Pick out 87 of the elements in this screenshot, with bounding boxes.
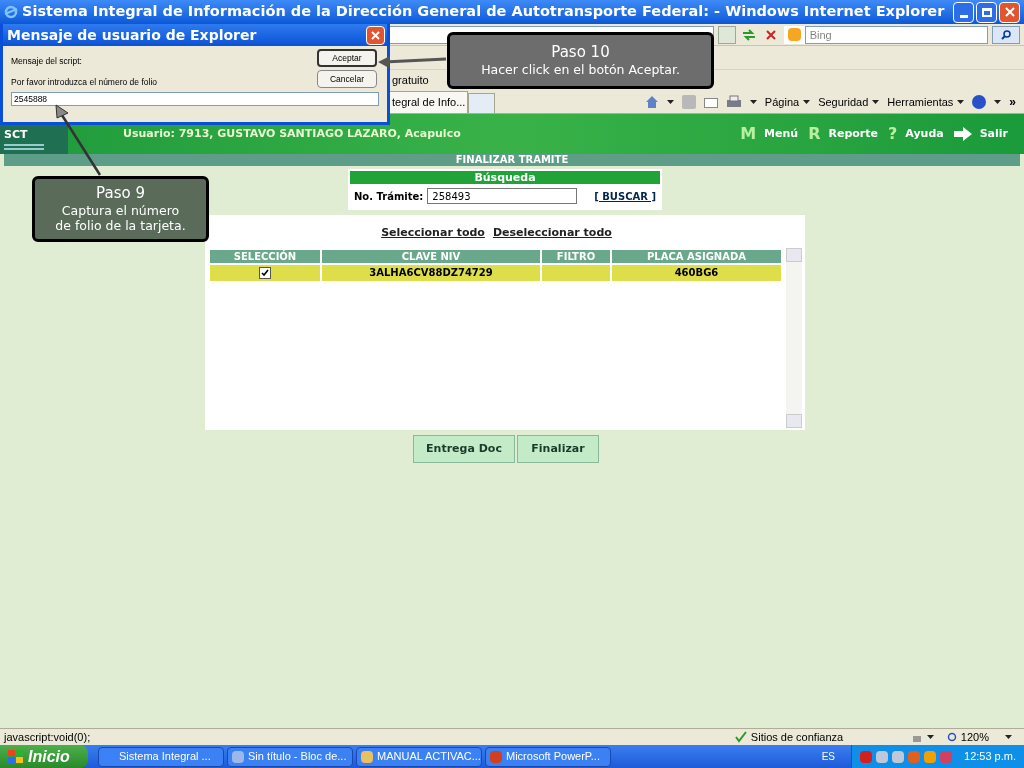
caret-icon [926, 735, 934, 739]
menu-letter: M [740, 123, 757, 145]
caret-icon [666, 100, 674, 104]
overflow-chevron[interactable]: » [1009, 93, 1016, 111]
header-link[interactable]: Salir [979, 125, 1008, 143]
minimize-button[interactable] [953, 1, 974, 23]
close-icon [1004, 7, 1015, 17]
tramite-field[interactable]: 258493 [427, 188, 578, 204]
search-field[interactable]: Bing [804, 25, 989, 44]
column-header: FILTRO [541, 248, 611, 264]
tray-icon[interactable] [924, 750, 936, 763]
tray-icon[interactable] [860, 750, 872, 763]
panel-title: Búsqueda [350, 171, 660, 184]
status-text: javascript:void(0); [4, 729, 91, 745]
folio-field[interactable]: 2545888 [11, 91, 379, 106]
dialog-message: Por favor introduzca el número de folio [11, 75, 157, 89]
row-checkbox[interactable] [259, 267, 271, 279]
callout-title: Paso 9 [96, 184, 145, 203]
callout-text: Captura el número [61, 202, 180, 219]
dialog-button[interactable]: Cancelar [317, 70, 377, 88]
close-icon [371, 30, 380, 40]
tray-icon[interactable] [876, 750, 888, 763]
taskbar-button[interactable]: Sin título - Bloc de... [227, 746, 353, 767]
favorites-link[interactable]: gratuito [392, 71, 429, 89]
callout-text: de folio de la tarjeta. [55, 218, 186, 234]
caret-icon [803, 100, 811, 104]
taskbar-button[interactable]: Sistema Integral ... [98, 746, 224, 767]
column-header: PLACA ASIGNADA [611, 248, 782, 264]
dialog-button[interactable]: Aceptar [317, 49, 377, 67]
column-header: SELECCIÓN [209, 248, 321, 264]
column-header: CLAVE NIV [321, 248, 541, 264]
window-title: Sistema Integral de Información de la Dirección General de Autotransporte Federal: - Windows Internet Explorer [22, 2, 945, 22]
browser-tab[interactable]: tegral de Info... [390, 91, 468, 113]
arrow-icon [953, 127, 972, 141]
menu-letter: R [808, 123, 821, 145]
search-link[interactable]: [ BUSCAR ] [594, 188, 656, 204]
language-indicator[interactable]: ES [821, 749, 835, 764]
caret-icon [994, 100, 1002, 104]
tray-icon[interactable] [940, 750, 952, 763]
print-icon[interactable] [725, 95, 742, 109]
windows-logo-icon [8, 749, 24, 764]
zoom-icon [945, 731, 957, 743]
tray-icon[interactable] [892, 750, 904, 763]
caret-icon [872, 100, 880, 104]
user-info: Usuario: 7913, GUSTAVO SANTIAGO LAZARO, Acapulco [123, 125, 461, 142]
clock: 12:53 p.m. [964, 749, 1016, 765]
selection-link[interactable]: Deseleccionar todo [492, 225, 612, 242]
command-menu[interactable]: Página [764, 93, 811, 111]
caret-icon [1005, 735, 1012, 739]
dialog-label: Mensaje del script: [11, 55, 83, 68]
taskbar-button[interactable]: Microsoft PowerP... [485, 746, 611, 767]
close-icon [765, 29, 776, 40]
browser-icon [4, 5, 18, 19]
compatibility-button[interactable] [717, 25, 736, 44]
dialog-title: Mensaje de usuario de Explorer [7, 25, 257, 45]
taskbar-button[interactable]: MANUAL ACTIVAC... [356, 746, 482, 767]
check-icon [734, 731, 747, 743]
command-menu[interactable]: Herramientas [887, 93, 965, 111]
search-icon [1001, 29, 1012, 40]
caret-icon [749, 100, 757, 104]
pointer-arrow [378, 56, 447, 68]
selection-link[interactable]: Seleccionar todo [381, 225, 485, 242]
close-button[interactable] [366, 25, 385, 45]
new-tab-button[interactable] [468, 93, 495, 113]
close-button[interactable] [999, 1, 1020, 23]
zoom-menu[interactable]: 120% [960, 728, 1012, 746]
table-cell: 3ALHA6CV88DZ74729 [321, 263, 541, 282]
action-button[interactable]: Entrega Doc [413, 435, 515, 463]
table-cell: 460BG6 [611, 263, 782, 282]
callout-title: Paso 10 [551, 43, 610, 63]
field-label: No. Trámite: [354, 189, 424, 204]
section-title: FINALIZAR TRAMITE [4, 154, 1020, 166]
callout-text: Hacer click en el botón Aceptar. [481, 62, 680, 78]
home-icon[interactable] [644, 95, 659, 109]
mail-icon[interactable] [703, 96, 718, 108]
caret-icon [957, 100, 965, 104]
scrollbar[interactable] [786, 247, 802, 428]
action-button[interactable]: Finalizar [517, 435, 599, 463]
menu-letter: ? [888, 123, 898, 145]
pointer-arrow [55, 104, 102, 176]
start-button[interactable]: Inicio [0, 745, 88, 768]
security-zone: Sitios de confianza [750, 729, 845, 745]
help-icon[interactable] [972, 95, 987, 109]
bing-icon [787, 28, 801, 41]
command-menu[interactable]: Seguridad [818, 93, 880, 111]
maximize-button[interactable] [976, 1, 997, 23]
search-button[interactable] [992, 25, 1020, 44]
